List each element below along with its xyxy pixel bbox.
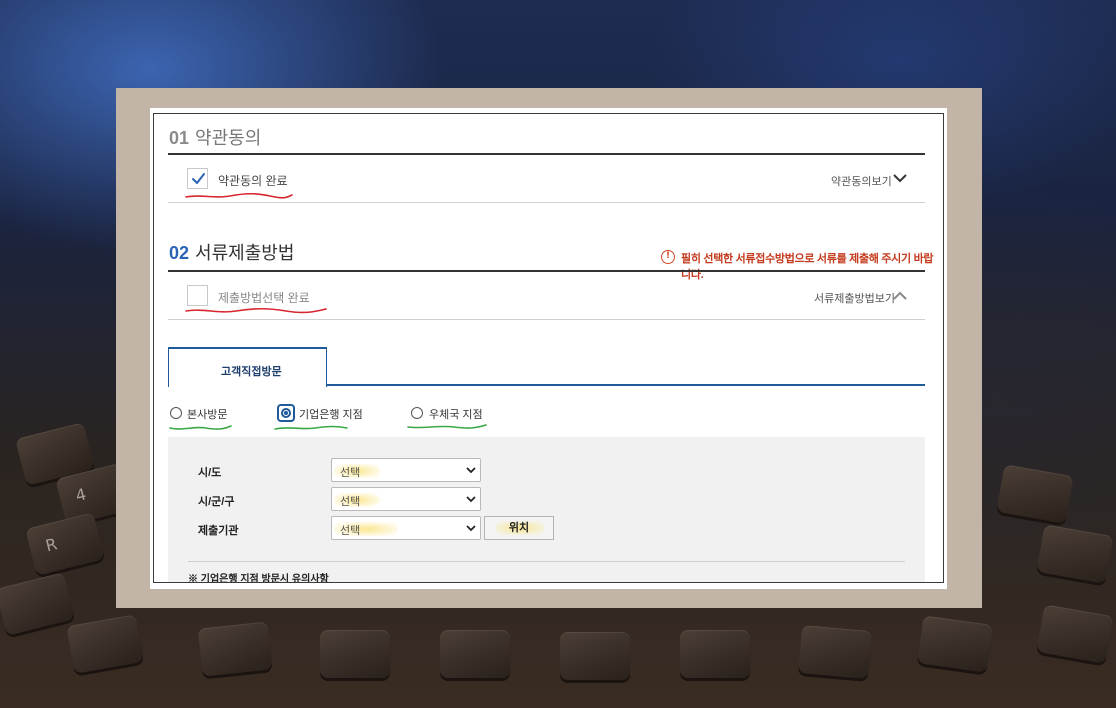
background-key	[66, 614, 144, 674]
step1-title: 약관동의	[195, 128, 262, 148]
step2-view-link[interactable]: 서류제출방법보기	[814, 290, 895, 306]
green-underline-annotation	[169, 425, 232, 430]
select-province-value: 선택	[340, 467, 361, 479]
background-key	[197, 621, 273, 677]
radio-head-office-label[interactable]: 본사방문	[187, 406, 227, 422]
select-institution-value: 선택	[340, 525, 361, 537]
green-underline-annotation	[407, 424, 487, 429]
info-icon: !	[661, 250, 675, 264]
chevron-up-icon[interactable]	[893, 291, 907, 301]
tab-baseline	[326, 384, 925, 386]
step2-row-divider	[168, 319, 925, 320]
step1-view-link[interactable]: 약관동의보기	[831, 173, 892, 189]
field-label-district: 시/군/구	[198, 496, 235, 508]
background-key-label: 4	[73, 484, 89, 506]
step1-heading: 01 약관동의	[169, 124, 261, 150]
branch-search-form: 시/도 선택 시/군/구 선택 제출기관 선택 위치 ※ 기업은행 지점 방문시…	[168, 437, 925, 583]
red-underline-annotation	[185, 307, 327, 314]
step1-checkbox[interactable]	[187, 168, 208, 189]
radio-selected-dot	[284, 411, 288, 415]
step2-title: 서류제출방법	[195, 243, 295, 263]
background-key	[917, 615, 993, 673]
step2-checkbox-label[interactable]: 제출방법선택 완료	[218, 289, 310, 306]
application-panel: 01 약관동의 약관동의 완료 약관동의보기 02 서류제출방법 ! 필히 선택한 …	[153, 113, 944, 583]
background-key	[320, 630, 390, 678]
radio-ibk-branch-label[interactable]: 기업은행 지점	[299, 406, 363, 422]
background-key-label: R	[43, 534, 60, 556]
radio-post-office[interactable]	[411, 407, 423, 419]
check-icon	[192, 173, 205, 184]
step2-number: 02	[169, 243, 190, 263]
background-key	[996, 464, 1074, 524]
step1-number: 01	[169, 128, 190, 148]
step1-checkbox-label[interactable]: 약관동의 완료	[218, 172, 288, 189]
step2-heading: 02 서류제출방법	[169, 239, 294, 265]
chevron-down-icon	[466, 496, 476, 503]
background-key	[0, 572, 75, 636]
radio-ibk-branch[interactable]	[277, 404, 295, 422]
background-key	[1036, 524, 1114, 584]
form-divider	[188, 561, 905, 562]
step1-divider	[168, 153, 925, 155]
location-button-label: 위치	[508, 522, 530, 534]
select-province[interactable]: 선택	[331, 458, 481, 482]
step2-checkbox[interactable]	[187, 285, 208, 306]
select-district-value: 선택	[340, 496, 361, 508]
select-district[interactable]: 선택	[331, 487, 481, 511]
ibk-branch-visit-note: ※ 기업은행 지점 방문시 유의사항	[188, 574, 329, 583]
background-key	[1036, 604, 1114, 664]
location-button[interactable]: 위치	[484, 516, 554, 540]
background-key	[560, 632, 630, 680]
step2-notice: 필히 선택한 서류접수방법으로 서류를 제출해 주시기 바랍니다.	[681, 253, 934, 281]
tab-customer-visit-label: 고객직접방문	[221, 366, 282, 378]
tab-customer-visit[interactable]: 고객직접방문	[168, 347, 327, 387]
red-underline-annotation	[185, 192, 293, 199]
chevron-down-icon[interactable]	[893, 173, 907, 183]
background-key	[440, 630, 510, 678]
step2-divider	[168, 270, 925, 272]
background-key: R	[25, 512, 105, 576]
field-label-province: 시/도	[198, 467, 222, 479]
step1-row-divider	[168, 202, 925, 203]
background-key	[798, 625, 872, 679]
chevron-down-icon	[466, 467, 476, 474]
chevron-down-icon	[466, 525, 476, 532]
green-underline-annotation	[274, 425, 348, 430]
field-label-institution: 제출기관	[198, 525, 239, 537]
background-key	[680, 630, 750, 678]
select-institution[interactable]: 선택	[331, 516, 481, 540]
radio-post-office-label[interactable]: 우체국 지점	[429, 406, 483, 422]
radio-head-office[interactable]	[170, 407, 182, 419]
